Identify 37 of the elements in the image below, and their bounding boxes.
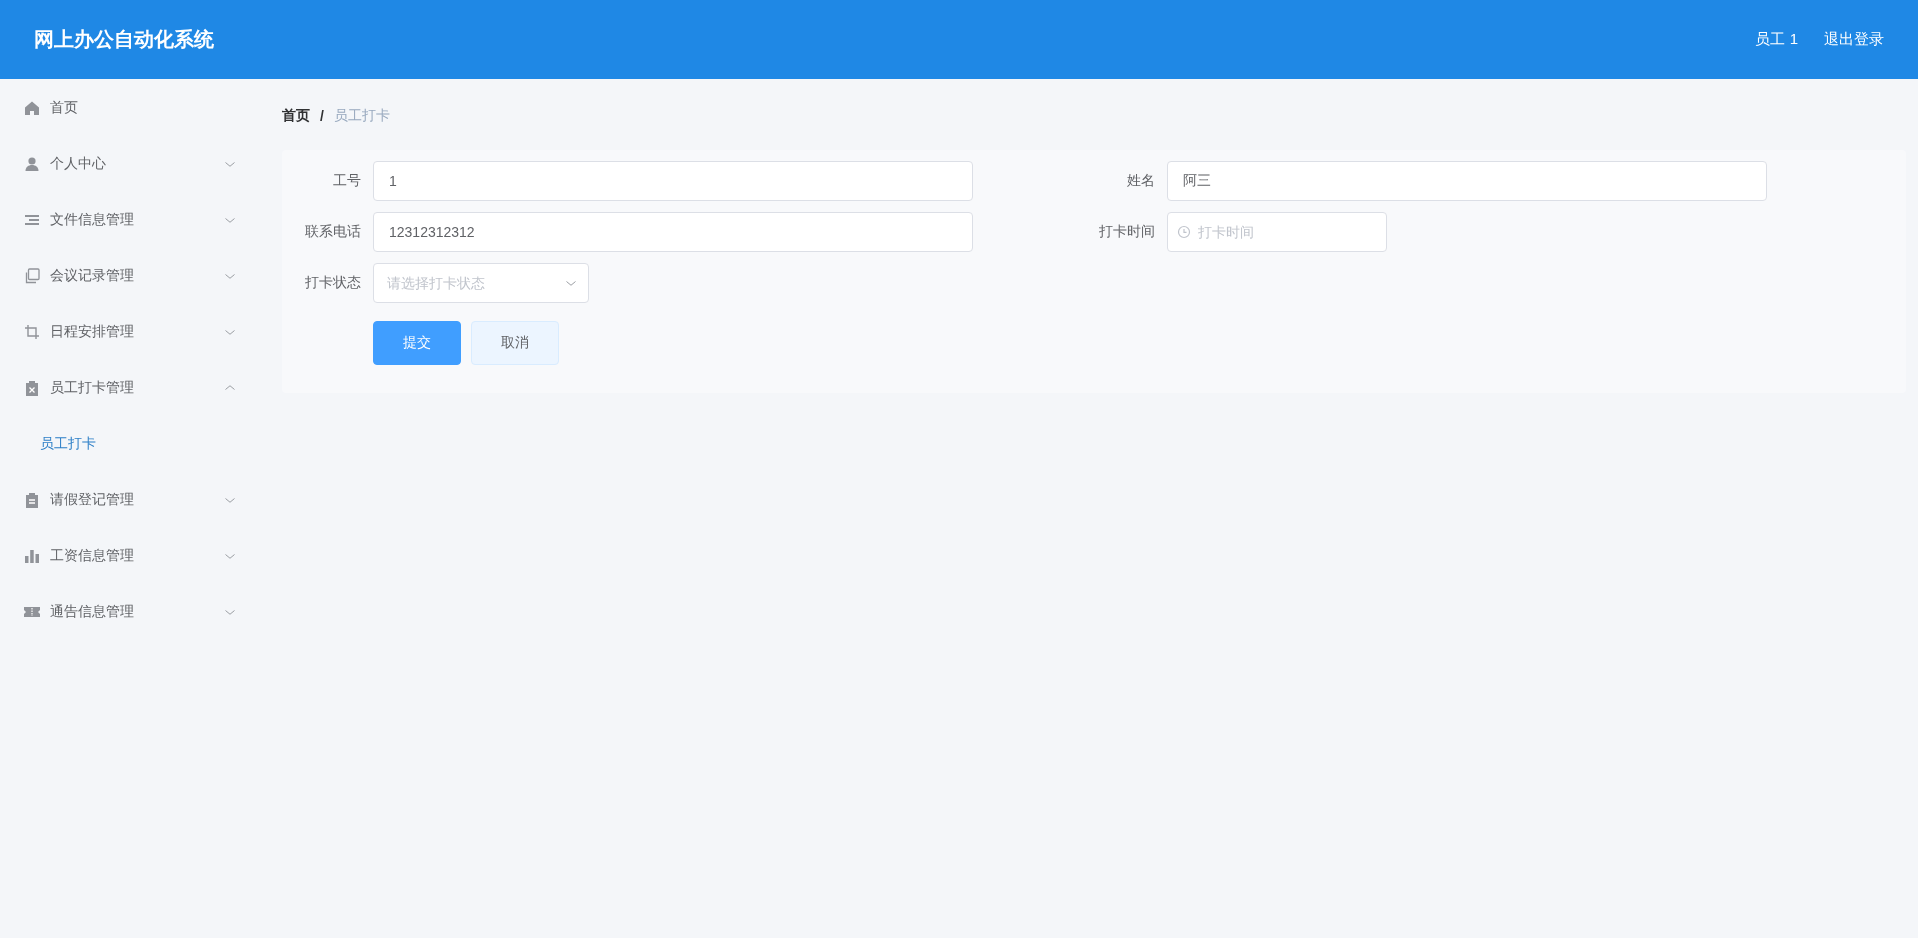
user-icon bbox=[24, 156, 40, 172]
home-icon bbox=[24, 100, 40, 116]
sidebar-item[interactable]: 员工打卡管理 bbox=[0, 360, 260, 416]
user-name: 员工 1 bbox=[1755, 30, 1798, 49]
sidebar-item[interactable]: 首页 bbox=[0, 80, 260, 136]
clock-icon bbox=[1177, 225, 1191, 239]
sidebar-item[interactable]: 文件信息管理 bbox=[0, 192, 260, 248]
bar-chart-icon bbox=[24, 548, 40, 564]
text-field[interactable]: 12312312312 bbox=[373, 212, 973, 252]
sidebar-item[interactable]: 个人中心 bbox=[0, 136, 260, 192]
crop-icon bbox=[24, 324, 40, 340]
logout-link[interactable]: 退出登录 bbox=[1824, 30, 1884, 49]
sidebar-item[interactable]: 日程安排管理 bbox=[0, 304, 260, 360]
copy-icon bbox=[24, 268, 40, 284]
submenu-item[interactable]: 员工打卡 bbox=[0, 416, 260, 472]
breadcrumb-current: 员工打卡 bbox=[333, 107, 390, 125]
breadcrumb-item[interactable]: / bbox=[320, 108, 324, 124]
sidebar-item[interactable]: 通告信息管理 bbox=[0, 584, 260, 640]
list-icon bbox=[24, 212, 40, 228]
select-field[interactable]: 请选择打卡状态 bbox=[373, 263, 589, 303]
time-picker-field[interactable]: 打卡时间 bbox=[1167, 212, 1387, 252]
clipboard-icon bbox=[24, 492, 40, 508]
field-label: 打卡时间 bbox=[1098, 223, 1156, 241]
field-label: 工号 bbox=[332, 172, 362, 190]
sidebar-item[interactable]: 请假登记管理 bbox=[0, 472, 260, 528]
cancel-button[interactable]: 取消 bbox=[471, 321, 559, 365]
ticket-icon bbox=[24, 604, 40, 620]
sidebar-item[interactable]: 会议记录管理 bbox=[0, 248, 260, 304]
app-title: 网上办公自动化系统 bbox=[34, 27, 215, 52]
field-label: 联系电话 bbox=[304, 223, 362, 241]
clipboard-icon bbox=[24, 380, 40, 396]
breadcrumb-item[interactable]: 首页 bbox=[282, 107, 310, 125]
field-label: 姓名 bbox=[1126, 172, 1156, 190]
text-field[interactable]: 1 bbox=[373, 161, 973, 201]
field-label: 打卡状态 bbox=[304, 274, 362, 292]
sidebar-item[interactable]: 工资信息管理 bbox=[0, 528, 260, 584]
text-field[interactable]: 阿三 bbox=[1167, 161, 1767, 201]
